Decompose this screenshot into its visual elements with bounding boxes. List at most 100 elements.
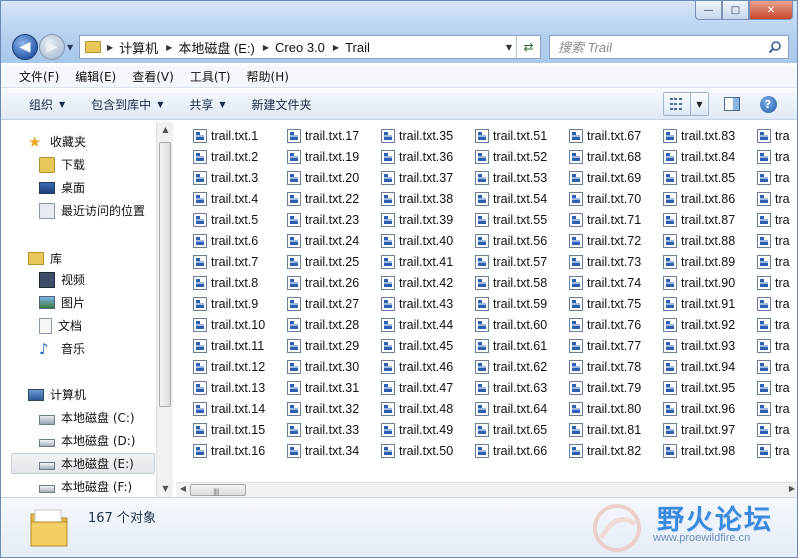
file-item[interactable]: trail.txt.88 bbox=[663, 231, 735, 251]
file-item[interactable]: trail.txt.89 bbox=[663, 252, 735, 272]
nav-drive-e[interactable]: 本地磁盘 (E:) bbox=[11, 453, 155, 474]
file-item[interactable]: trail.txt.73 bbox=[569, 252, 641, 272]
menu-file[interactable]: 文件(F) bbox=[11, 68, 67, 85]
nav-drive-f[interactable]: 本地磁盘 (F:) bbox=[39, 476, 132, 497]
nav-music[interactable]: ♪ 音乐 bbox=[39, 338, 85, 359]
nav-drive-c[interactable]: 本地磁盘 (C:) bbox=[39, 407, 135, 428]
file-item[interactable]: trail.txt.26 bbox=[287, 273, 359, 293]
file-list-hscrollbar[interactable]: ◀ |||| ▶ bbox=[176, 482, 797, 497]
close-button[interactable]: ✕ bbox=[749, 1, 793, 20]
file-item[interactable]: trail.txt.94 bbox=[663, 357, 735, 377]
file-item[interactable]: trail.txt.41 bbox=[381, 252, 453, 272]
file-item[interactable]: trail.txt.32 bbox=[287, 399, 359, 419]
file-item[interactable]: trail.txt.95 bbox=[663, 378, 735, 398]
nav-scroll-thumb[interactable] bbox=[159, 142, 171, 407]
file-item[interactable]: trail.txt.25 bbox=[287, 252, 359, 272]
file-item[interactable]: trail.txt.13 bbox=[193, 378, 265, 398]
file-item[interactable]: trail.txt.58 bbox=[475, 273, 547, 293]
file-item[interactable]: tra bbox=[757, 336, 790, 356]
file-item[interactable]: trail.txt.24 bbox=[287, 231, 359, 251]
file-item[interactable]: trail.txt.20 bbox=[287, 168, 359, 188]
breadcrumb-separator-icon[interactable]: ▶ bbox=[255, 43, 275, 52]
forward-button[interactable]: ▶ bbox=[39, 34, 65, 60]
file-item[interactable]: trail.txt.6 bbox=[193, 231, 258, 251]
file-item[interactable]: trail.txt.97 bbox=[663, 420, 735, 440]
nav-downloads[interactable]: 下载 bbox=[39, 154, 85, 175]
file-item[interactable]: trail.txt.69 bbox=[569, 168, 641, 188]
file-item[interactable]: trail.txt.39 bbox=[381, 210, 453, 230]
file-item[interactable]: trail.txt.46 bbox=[381, 357, 453, 377]
file-item[interactable]: trail.txt.33 bbox=[287, 420, 359, 440]
file-item[interactable]: trail.txt.81 bbox=[569, 420, 641, 440]
file-item[interactable]: trail.txt.4 bbox=[193, 189, 258, 209]
file-item[interactable]: trail.txt.22 bbox=[287, 189, 359, 209]
search-box[interactable] bbox=[549, 35, 789, 59]
file-item[interactable]: tra bbox=[757, 420, 790, 440]
file-item[interactable]: trail.txt.29 bbox=[287, 336, 359, 356]
file-item[interactable]: trail.txt.93 bbox=[663, 336, 735, 356]
view-options-dropdown-icon[interactable]: ▼ bbox=[691, 100, 708, 109]
scroll-right-icon[interactable]: ▶ bbox=[785, 484, 797, 493]
file-item[interactable]: trail.txt.2 bbox=[193, 147, 258, 167]
file-item[interactable]: tra bbox=[757, 441, 790, 461]
file-item[interactable]: trail.txt.8 bbox=[193, 273, 258, 293]
file-item[interactable]: trail.txt.98 bbox=[663, 441, 735, 461]
file-item[interactable]: trail.txt.3 bbox=[193, 168, 258, 188]
nav-pane-scrollbar[interactable]: ▲ ▼ bbox=[156, 122, 173, 497]
hscroll-thumb[interactable]: |||| bbox=[190, 484, 246, 496]
file-item[interactable]: trail.txt.65 bbox=[475, 420, 547, 440]
refresh-button[interactable]: ⇄ bbox=[516, 36, 540, 58]
file-item[interactable]: trail.txt.68 bbox=[569, 147, 641, 167]
file-item[interactable]: trail.txt.10 bbox=[193, 315, 265, 335]
maximize-button[interactable]: □ bbox=[722, 1, 749, 20]
file-item[interactable]: trail.txt.57 bbox=[475, 252, 547, 272]
file-item[interactable]: trail.txt.45 bbox=[381, 336, 453, 356]
nav-favorites[interactable]: ★ 收藏夹 bbox=[28, 131, 86, 152]
file-item[interactable]: trail.txt.52 bbox=[475, 147, 547, 167]
file-item[interactable]: tra bbox=[757, 189, 790, 209]
file-item[interactable]: trail.txt.72 bbox=[569, 231, 641, 251]
file-item[interactable]: trail.txt.83 bbox=[663, 126, 735, 146]
file-item[interactable]: trail.txt.70 bbox=[569, 189, 641, 209]
file-item[interactable]: trail.txt.77 bbox=[569, 336, 641, 356]
preview-pane-button[interactable] bbox=[721, 92, 743, 116]
breadcrumb-computer[interactable]: 计算机 bbox=[119, 38, 158, 57]
file-item[interactable]: trail.txt.66 bbox=[475, 441, 547, 461]
share-button[interactable]: 共享 ▼ bbox=[179, 92, 235, 116]
file-item[interactable]: tra bbox=[757, 315, 790, 335]
back-button[interactable]: ◀ bbox=[12, 34, 38, 60]
address-bar[interactable]: ▶ 计算机 ▶ 本地磁盘 (E:) ▶ Creo 3.0 ▶ Trail ▼ ⇄ bbox=[79, 35, 541, 59]
file-item[interactable]: trail.txt.15 bbox=[193, 420, 265, 440]
file-item[interactable]: trail.txt.86 bbox=[663, 189, 735, 209]
file-item[interactable]: trail.txt.85 bbox=[663, 168, 735, 188]
menu-tools[interactable]: 工具(T) bbox=[182, 68, 239, 85]
nav-documents[interactable]: 文档 bbox=[39, 315, 82, 336]
search-icon[interactable] bbox=[768, 40, 782, 54]
file-item[interactable]: tra bbox=[757, 273, 790, 293]
file-item[interactable]: tra bbox=[757, 378, 790, 398]
file-item[interactable]: trail.txt.82 bbox=[569, 441, 641, 461]
minimize-button[interactable]: — bbox=[695, 1, 722, 20]
file-item[interactable]: trail.txt.90 bbox=[663, 273, 735, 293]
breadcrumb-trail[interactable]: Trail bbox=[345, 40, 370, 55]
file-item[interactable]: trail.txt.56 bbox=[475, 231, 547, 251]
breadcrumb-drive-e[interactable]: 本地磁盘 (E:) bbox=[178, 38, 255, 57]
change-view-button[interactable]: ▼ bbox=[663, 92, 709, 116]
file-item[interactable]: trail.txt.53 bbox=[475, 168, 547, 188]
file-item[interactable]: trail.txt.7 bbox=[193, 252, 258, 272]
file-item[interactable]: trail.txt.92 bbox=[663, 315, 735, 335]
file-item[interactable]: trail.txt.96 bbox=[663, 399, 735, 419]
nav-drive-d[interactable]: 本地磁盘 (D:) bbox=[39, 430, 135, 451]
file-item[interactable]: trail.txt.9 bbox=[193, 294, 258, 314]
scroll-down-icon[interactable]: ▼ bbox=[157, 484, 174, 493]
file-item[interactable]: trail.txt.36 bbox=[381, 147, 453, 167]
file-item[interactable]: tra bbox=[757, 231, 790, 251]
file-item[interactable]: trail.txt.5 bbox=[193, 210, 258, 230]
file-item[interactable]: trail.txt.51 bbox=[475, 126, 547, 146]
file-item[interactable]: trail.txt.84 bbox=[663, 147, 735, 167]
file-item[interactable]: trail.txt.74 bbox=[569, 273, 641, 293]
recent-pages-dropdown-icon[interactable]: ▼ bbox=[67, 43, 73, 52]
scroll-up-icon[interactable]: ▲ bbox=[157, 125, 174, 134]
file-item[interactable]: trail.txt.43 bbox=[381, 294, 453, 314]
file-item[interactable]: trail.txt.71 bbox=[569, 210, 641, 230]
